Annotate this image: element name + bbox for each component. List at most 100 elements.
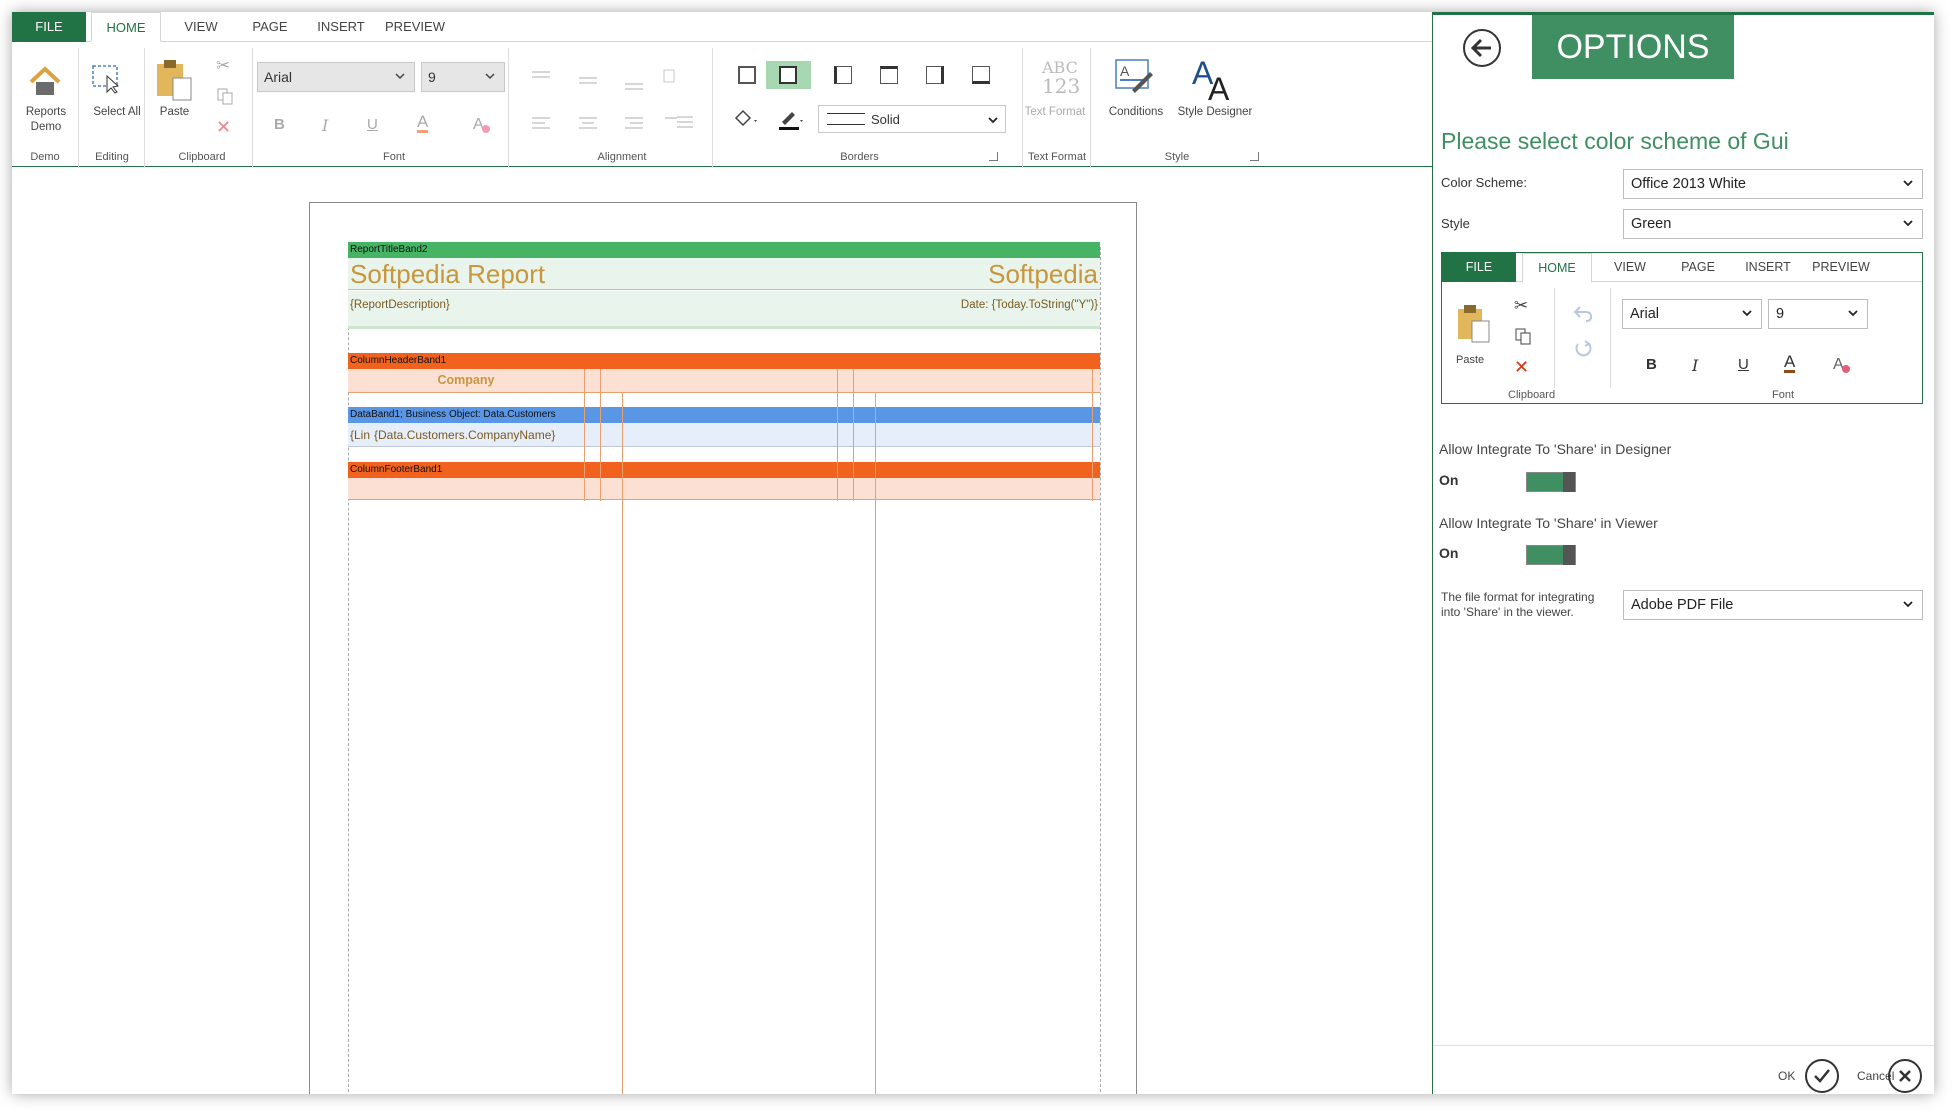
ok-button[interactable]: [1805, 1059, 1839, 1093]
group-borders: Borders: [840, 151, 879, 163]
delete-icon[interactable]: ✕: [216, 117, 231, 138]
column-footer-row: [348, 478, 1100, 500]
reports-demo-button[interactable]: Reports Demo: [16, 105, 76, 135]
clear-format-icon[interactable]: A: [472, 113, 492, 135]
tab-file[interactable]: FILE: [12, 12, 86, 42]
chevron-down-icon: [395, 73, 405, 80]
underline-icon[interactable]: U: [367, 116, 378, 133]
company-cell[interactable]: {Data.Customers.CompanyName}: [374, 428, 555, 442]
font-size-combo[interactable]: 9: [421, 62, 505, 92]
italic-icon: I: [1692, 356, 1699, 375]
group-alignment: Alignment: [597, 151, 647, 163]
column-header-band[interactable]: ColumnHeaderBand1: [348, 353, 1100, 369]
preview-font-name-value: Arial: [1630, 306, 1660, 322]
paste-button[interactable]: Paste: [152, 105, 197, 120]
report-title-row: Softpedia Report Softpedia: [348, 258, 1100, 290]
column-footer-band[interactable]: ColumnFooterBand1: [348, 462, 1100, 478]
ribbon-preview: FILE HOME VIEW PAGE INSERT PREVIEW Paste…: [1441, 252, 1923, 404]
font-name-value: Arial: [264, 69, 293, 85]
tab-preview[interactable]: PREVIEW: [380, 12, 450, 42]
report-page[interactable]: ReportTitleBand2 Softpedia Report Softpe…: [309, 202, 1137, 1094]
select-all-icon[interactable]: [91, 64, 121, 94]
file-format-select[interactable]: Adobe PDF File: [1623, 590, 1923, 620]
preview-font-size: 9: [1768, 299, 1868, 329]
report-title-text[interactable]: Softpedia Report: [350, 259, 545, 290]
conditions-button[interactable]: Conditions: [1104, 105, 1168, 120]
tab-page[interactable]: PAGE: [240, 12, 300, 42]
border-bottom-icon[interactable]: [972, 66, 990, 84]
border-color-icon[interactable]: [776, 108, 806, 132]
conditions-icon[interactable]: A: [1112, 56, 1156, 100]
cut-icon[interactable]: ✂: [216, 56, 230, 76]
select-all-button[interactable]: Select All: [82, 105, 152, 120]
bold-icon[interactable]: B: [274, 116, 285, 133]
group-font: Font: [382, 151, 405, 163]
fill-color-icon[interactable]: [732, 108, 762, 130]
share-viewer-toggle[interactable]: [1526, 545, 1576, 565]
file-format-label-2: into 'Share' in the viewer.: [1441, 605, 1574, 619]
preview-clipboard-label: Clipboard: [1508, 389, 1556, 401]
chevron-down-icon: [1742, 310, 1752, 317]
file-format-value: Adobe PDF File: [1631, 597, 1734, 613]
options-panel: OPTIONS Please select color scheme of Gu…: [1432, 12, 1934, 1094]
border-outline-button[interactable]: [766, 61, 811, 89]
color-scheme-select[interactable]: Office 2013 White: [1623, 169, 1923, 199]
preview-tab-page: PAGE: [1681, 260, 1715, 274]
report-date-text[interactable]: Date: {Today.ToString("Y")}: [961, 299, 1098, 311]
bold-icon: B: [1646, 356, 1657, 373]
share-viewer-label: Allow Integrate To 'Share' in Viewer: [1439, 515, 1658, 531]
home-icon[interactable]: [28, 64, 62, 98]
style-designer-icon[interactable]: A A: [1190, 54, 1236, 104]
preview-tab-insert: INSERT: [1745, 260, 1791, 274]
text-format-glyph-bottom: 123: [1042, 74, 1081, 98]
share-designer-toggle[interactable]: [1526, 472, 1576, 492]
chevron-down-icon: [485, 73, 495, 80]
color-scheme-heading: Please select color scheme of Gui: [1441, 128, 1789, 154]
paste-icon[interactable]: [155, 58, 195, 102]
chevron-down-icon: [1903, 180, 1913, 187]
copy-icon[interactable]: [216, 87, 234, 105]
color-scheme-value: Office 2013 White: [1631, 176, 1746, 192]
data-row: {Lin {Data.Customers.CompanyName}: [348, 423, 1100, 447]
report-title-band[interactable]: ReportTitleBand2: [348, 242, 1100, 258]
report-canvas[interactable]: ReportTitleBand2 Softpedia Report Softpe…: [12, 168, 1432, 1094]
style-value: Green: [1631, 216, 1672, 232]
tab-insert[interactable]: INSERT: [311, 12, 371, 42]
redo-icon: [1575, 340, 1592, 357]
color-scheme-label: Color Scheme:: [1441, 175, 1527, 190]
checkmark-icon: [1814, 1069, 1830, 1083]
report-description-text[interactable]: {ReportDescription}: [350, 299, 450, 311]
tab-view[interactable]: VIEW: [172, 12, 230, 42]
border-all-icon[interactable]: [738, 66, 756, 84]
preview-paste-label: Paste: [1456, 354, 1485, 366]
border-top-icon[interactable]: [880, 66, 898, 84]
style-designer-button[interactable]: Style Designer: [1172, 105, 1258, 120]
company-header[interactable]: Company: [348, 373, 584, 387]
alignment-icons[interactable]: [527, 64, 677, 144]
border-style-combo[interactable]: Solid: [818, 105, 1006, 133]
undo-icon: [1573, 306, 1593, 322]
tab-home[interactable]: HOME: [91, 12, 161, 42]
preview-tab-home: HOME: [1522, 253, 1592, 283]
cancel-button[interactable]: [1888, 1059, 1922, 1093]
chevron-down-icon: [1848, 310, 1858, 317]
line-cell[interactable]: {Lin: [350, 428, 370, 442]
font-name-combo[interactable]: Arial: [257, 62, 415, 92]
italic-icon[interactable]: I: [322, 116, 328, 135]
border-left-icon[interactable]: [834, 66, 852, 84]
style-dialog-launcher-icon[interactable]: [1250, 152, 1259, 161]
borders-dialog-launcher-icon[interactable]: [989, 152, 998, 161]
close-icon: [1899, 1070, 1911, 1082]
style-select[interactable]: Green: [1623, 209, 1923, 239]
ok-label: OK: [1778, 1069, 1796, 1083]
delete-icon: ✕: [1514, 357, 1530, 377]
data-band[interactable]: DataBand1; Business Object: Data.Custome…: [348, 407, 1100, 423]
report-title-right-text[interactable]: Softpedia: [988, 259, 1098, 290]
justify-icon[interactable]: [675, 114, 695, 130]
text-format-button[interactable]: Text Format: [1015, 105, 1095, 120]
border-right-icon[interactable]: [926, 66, 944, 84]
underline-icon: U: [1738, 356, 1749, 373]
back-button[interactable]: [1463, 29, 1501, 67]
ribbon: FILE HOME VIEW PAGE INSERT PREVIEW Repor…: [12, 12, 1432, 168]
font-color-icon[interactable]: A: [417, 113, 429, 133]
